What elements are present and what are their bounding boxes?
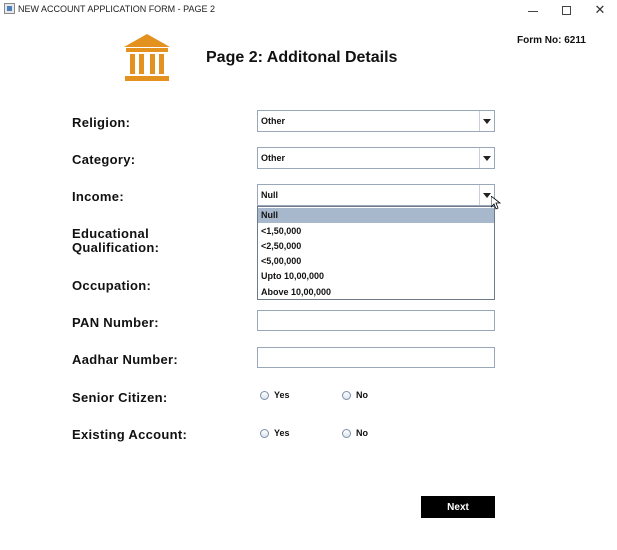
- category-label: Category:: [72, 152, 136, 167]
- bank-building-icon: [124, 34, 170, 81]
- education-label-line2: Qualification:: [72, 240, 160, 255]
- radio-circle-icon: [342, 428, 351, 438]
- maximize-icon: [561, 5, 571, 15]
- close-button[interactable]: ✕: [583, 0, 617, 20]
- income-option[interactable]: Null: [258, 208, 494, 223]
- income-dropdown-list: Null <1,50,000 <2,50,000 <5,00,000 Upto …: [257, 206, 495, 300]
- category-select[interactable]: Other: [257, 147, 495, 169]
- radio-circle-icon: [260, 390, 269, 400]
- page-title: Page 2: Additonal Details: [206, 49, 398, 66]
- existing-account-label: Existing Account:: [72, 427, 188, 442]
- minimize-icon: [528, 10, 538, 12]
- close-icon: ✕: [594, 2, 606, 17]
- window-title: NEW ACCOUNT APPLICATION FORM - PAGE 2: [18, 4, 216, 14]
- window-titlebar: NEW ACCOUNT APPLICATION FORM - PAGE 2 ✕: [0, 0, 617, 20]
- java-app-icon: [4, 3, 15, 14]
- religion-label: Religion:: [72, 115, 131, 130]
- maximize-button[interactable]: [549, 0, 583, 20]
- existing-account-no-radio[interactable]: No: [342, 428, 368, 438]
- occupation-label: Occupation:: [72, 278, 152, 293]
- mouse-cursor-icon: [491, 196, 501, 210]
- religion-dropdown-button[interactable]: [479, 111, 494, 131]
- education-label-line1: Educational: [72, 226, 149, 241]
- income-select[interactable]: Null: [257, 184, 495, 206]
- form-number: Form No: 6211: [517, 35, 586, 46]
- pan-label: PAN Number:: [72, 315, 159, 330]
- radio-circle-icon: [342, 390, 351, 400]
- senior-citizen-yes-label: Yes: [274, 390, 290, 400]
- category-selected-value: Other: [261, 153, 286, 163]
- existing-account-yes-radio[interactable]: Yes: [260, 428, 290, 438]
- senior-citizen-label: Senior Citizen:: [72, 390, 168, 405]
- chevron-down-icon: [483, 118, 491, 124]
- chevron-down-icon: [483, 192, 491, 198]
- chevron-down-icon: [483, 155, 491, 161]
- existing-account-yes-label: Yes: [274, 428, 290, 438]
- senior-citizen-no-radio[interactable]: No: [342, 390, 368, 400]
- religion-select[interactable]: Other: [257, 110, 495, 132]
- income-option[interactable]: <1,50,000: [258, 224, 494, 239]
- religion-selected-value: Other: [261, 116, 286, 126]
- income-option[interactable]: Above 10,00,000: [258, 285, 494, 300]
- income-label: Income:: [72, 189, 124, 204]
- next-button[interactable]: Next: [421, 496, 495, 518]
- aadhar-label: Aadhar Number:: [72, 352, 179, 367]
- income-selected-value: Null: [261, 190, 278, 200]
- minimize-button[interactable]: [516, 0, 550, 20]
- income-option[interactable]: <5,00,000: [258, 254, 494, 269]
- income-option[interactable]: Upto 10,00,000: [258, 269, 494, 284]
- pan-input[interactable]: [257, 310, 495, 331]
- income-option[interactable]: <2,50,000: [258, 239, 494, 254]
- radio-circle-icon: [260, 428, 269, 438]
- senior-citizen-no-label: No: [356, 390, 368, 400]
- category-dropdown-button[interactable]: [479, 148, 494, 168]
- senior-citizen-yes-radio[interactable]: Yes: [260, 390, 290, 400]
- existing-account-no-label: No: [356, 428, 368, 438]
- aadhar-input[interactable]: [257, 347, 495, 368]
